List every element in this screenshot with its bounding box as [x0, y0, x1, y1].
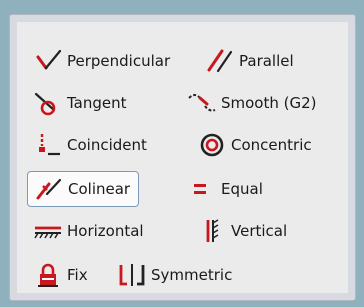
parallel-label: Parallel [239, 52, 294, 70]
colinear-button[interactable]: Colinear [27, 171, 140, 207]
colinear-label: Colinear [68, 180, 131, 198]
horizontal-button[interactable]: Horizontal [33, 212, 144, 250]
constraint-row: Coincident Concentric [17, 126, 348, 164]
constraint-grid: Perpendicular Parallel Tangent Smooth (G… [17, 22, 348, 293]
constraint-row: Colinear Equal [17, 170, 348, 208]
vertical-icon [197, 217, 227, 245]
constraint-palette: Perpendicular Parallel Tangent Smooth (G… [9, 14, 356, 301]
symmetric-button[interactable]: Symmetric [117, 256, 232, 294]
parallel-button[interactable]: Parallel [205, 42, 294, 80]
smooth-g2-label: Smooth (G2) [221, 94, 317, 112]
equal-label: Equal [221, 180, 263, 198]
parallel-icon [205, 47, 235, 75]
vertical-label: Vertical [231, 222, 288, 240]
equal-icon [187, 175, 217, 203]
concentric-button[interactable]: Concentric [197, 126, 312, 164]
coincident-icon [33, 131, 63, 159]
symmetric-icon [117, 261, 147, 289]
vertical-button[interactable]: Vertical [197, 212, 287, 250]
tangent-button[interactable]: Tangent [33, 84, 127, 122]
horizontal-icon [33, 217, 63, 245]
lock-icon [33, 261, 63, 289]
perpendicular-button[interactable]: Perpendicular [33, 42, 170, 80]
perpendicular-label: Perpendicular [67, 52, 171, 70]
tangent-icon [33, 89, 63, 117]
symmetric-label: Symmetric [151, 266, 233, 284]
colinear-icon [34, 175, 64, 203]
concentric-label: Concentric [231, 136, 312, 154]
perpendicular-icon [33, 47, 63, 75]
equal-button[interactable]: Equal [187, 170, 263, 208]
smooth-g2-button[interactable]: Smooth (G2) [187, 84, 317, 122]
fix-button[interactable]: Fix [33, 256, 88, 294]
smooth-g2-icon [187, 89, 217, 117]
concentric-icon [197, 131, 227, 159]
tangent-label: Tangent [67, 94, 127, 112]
fix-label: Fix [67, 266, 88, 284]
horizontal-label: Horizontal [67, 222, 144, 240]
coincident-label: Coincident [67, 136, 147, 154]
constraint-row: Horizontal Vertical [17, 212, 348, 250]
constraint-row: Fix Symmetric [17, 256, 348, 294]
coincident-button[interactable]: Coincident [33, 126, 147, 164]
constraint-row: Tangent Smooth (G2) [17, 84, 348, 122]
constraint-row: Perpendicular Parallel [17, 42, 348, 80]
